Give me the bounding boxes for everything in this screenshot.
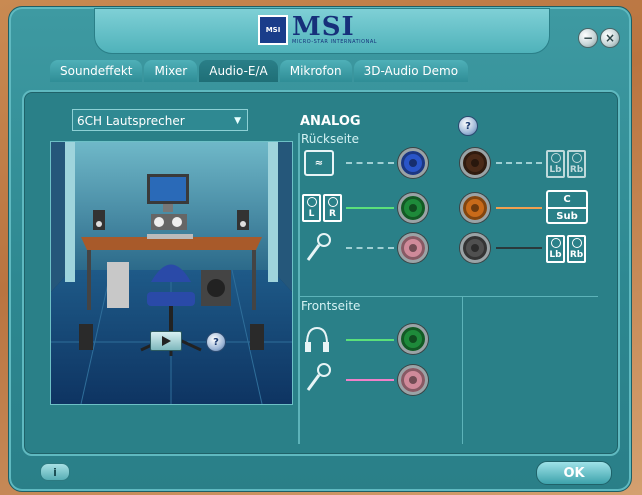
green-connector	[346, 207, 394, 209]
close-icon[interactable]: ×	[600, 28, 620, 48]
blue-jack[interactable]	[398, 148, 428, 178]
pink-jack[interactable]	[398, 233, 428, 263]
orange-connector	[496, 207, 542, 209]
front-lr-speakers-icon: L R	[302, 194, 342, 222]
tab-soundeffekt[interactable]: Soundeffekt	[50, 60, 143, 82]
tab-mikrofon[interactable]: Mikrofon	[279, 60, 352, 82]
ok-button[interactable]: OK	[536, 461, 612, 485]
brown-jack[interactable]	[460, 148, 490, 178]
rear-speakers-icon: Lb Rb	[546, 150, 586, 178]
room-scene	[50, 141, 293, 405]
logo-text: MSI	[292, 12, 355, 42]
panel-border	[298, 133, 300, 444]
front-green-jack[interactable]	[398, 324, 428, 354]
headphone-connector	[346, 339, 394, 341]
analog-title: ANALOG	[300, 114, 361, 129]
microphone-icon	[304, 232, 334, 268]
orange-jack[interactable]	[460, 193, 490, 223]
tab-audio-ea[interactable]: Audio-E/A	[199, 60, 278, 82]
chevron-down-icon: ▼	[234, 116, 241, 126]
front-mic-connector	[346, 379, 394, 381]
analog-help-icon[interactable]: ?	[458, 116, 478, 136]
center-sub-icon: C Sub	[546, 190, 588, 224]
tab-3d-audio-demo[interactable]: 3D-Audio Demo	[353, 60, 469, 82]
tab-bar: Soundeffekt Mixer Audio-E/A Mikrofon 3D-…	[50, 60, 469, 82]
help-icon[interactable]: ?	[206, 332, 226, 352]
front-microphone-icon	[304, 362, 334, 398]
tab-mixer[interactable]: Mixer	[144, 60, 198, 82]
play-button[interactable]	[150, 331, 182, 351]
info-icon[interactable]: i	[40, 463, 70, 481]
logo-subtext: MICRO-STAR INTERNATIONAL	[292, 39, 378, 45]
front-section-label: Frontseite	[301, 299, 361, 313]
play-icon	[162, 336, 171, 346]
green-jack[interactable]	[398, 193, 428, 223]
rear-section-label: Rückseite	[301, 132, 360, 146]
mic-connector	[346, 247, 394, 251]
front-split	[462, 297, 463, 444]
speaker-config-dropdown[interactable]: 6CH Lautsprecher ▼	[72, 109, 248, 131]
rear-connector	[496, 162, 542, 166]
gray-connector	[496, 247, 542, 249]
line-in-icon: ≈	[304, 150, 334, 176]
front-divider	[298, 296, 598, 297]
gray-jack[interactable]	[460, 233, 490, 263]
minimize-icon[interactable]: −	[578, 28, 598, 48]
headphone-icon	[302, 324, 332, 358]
msi-logo: MSI MSI MICRO-STAR INTERNATIONAL	[258, 14, 377, 46]
side-speakers-icon: Lb Rb	[546, 235, 586, 263]
msi-badge-icon: MSI	[258, 15, 288, 45]
front-pink-jack[interactable]	[398, 365, 428, 395]
line-in-connector	[346, 162, 394, 166]
content-panel: 6CH Lautsprecher ▼ ? ANALOG ? Rückseite …	[22, 90, 620, 456]
speaker-config-value: 6CH Lautsprecher	[77, 114, 185, 128]
